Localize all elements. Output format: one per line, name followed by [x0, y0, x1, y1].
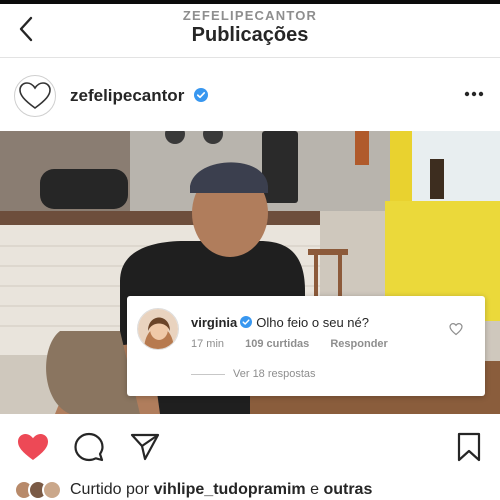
- share-button[interactable]: [128, 430, 162, 464]
- liked-by-user[interactable]: vihlipe_tudopramim: [154, 481, 306, 498]
- bookmark-icon: [457, 432, 481, 462]
- liked-by-text: Curtido por vihlipe_tudopramim e outras: [70, 481, 372, 499]
- comment-likes[interactable]: 109 curtidas: [245, 338, 309, 350]
- comment-text-line: virginia Olho feio o seu né?: [191, 315, 369, 330]
- save-button[interactable]: [452, 430, 486, 464]
- verified-badge-icon: [194, 88, 209, 102]
- header-username: ZEFELIPECANTOR: [182, 8, 318, 23]
- heart-filled-icon: [18, 434, 48, 460]
- liked-by-others[interactable]: outras: [323, 481, 372, 498]
- verified-badge-icon: [240, 316, 253, 328]
- comment-meta: 17 min 109 curtidas Responder: [191, 338, 406, 350]
- liked-by-conjunction: e: [310, 481, 319, 498]
- view-replies-label: Ver 18 respostas: [233, 368, 316, 380]
- like-button[interactable]: [16, 430, 50, 464]
- reply-button[interactable]: Responder: [330, 338, 387, 350]
- post-actions: [0, 420, 500, 468]
- post-header: zefelipecantor: [0, 66, 500, 126]
- comment-username[interactable]: virginia: [191, 315, 237, 330]
- post-username[interactable]: zefelipecantor: [70, 86, 209, 106]
- liked-by-avatars: [14, 480, 62, 500]
- avatar[interactable]: [14, 75, 56, 117]
- comment-button[interactable]: [72, 430, 106, 464]
- heart-logo-icon: [19, 82, 51, 109]
- share-icon: [130, 433, 160, 461]
- liked-by-prefix: Curtido por: [70, 481, 150, 498]
- view-replies-button[interactable]: Ver 18 respostas: [191, 368, 316, 380]
- liked-by-row[interactable]: Curtido por vihlipe_tudopramim e outras: [14, 480, 494, 500]
- more-dots-icon: [464, 91, 484, 97]
- comment-like-icon[interactable]: [449, 322, 463, 336]
- replies-divider: [191, 373, 225, 375]
- page-title: Publicações: [191, 24, 309, 46]
- page-header: ZEFELIPECANTOR Publicações: [0, 4, 500, 58]
- comment-card[interactable]: virginia Olho feio o seu né? 17 min 109 c…: [127, 296, 485, 396]
- avatar: [42, 480, 62, 500]
- more-options-button[interactable]: [462, 84, 486, 104]
- commenter-avatar-image: [138, 309, 178, 349]
- comment-time: 17 min: [191, 338, 225, 350]
- post-username-text: zefelipecantor: [70, 86, 185, 105]
- comment-icon: [74, 432, 104, 462]
- comment-avatar[interactable]: [137, 308, 179, 350]
- comment-text: Olho feio o seu né?: [256, 315, 369, 330]
